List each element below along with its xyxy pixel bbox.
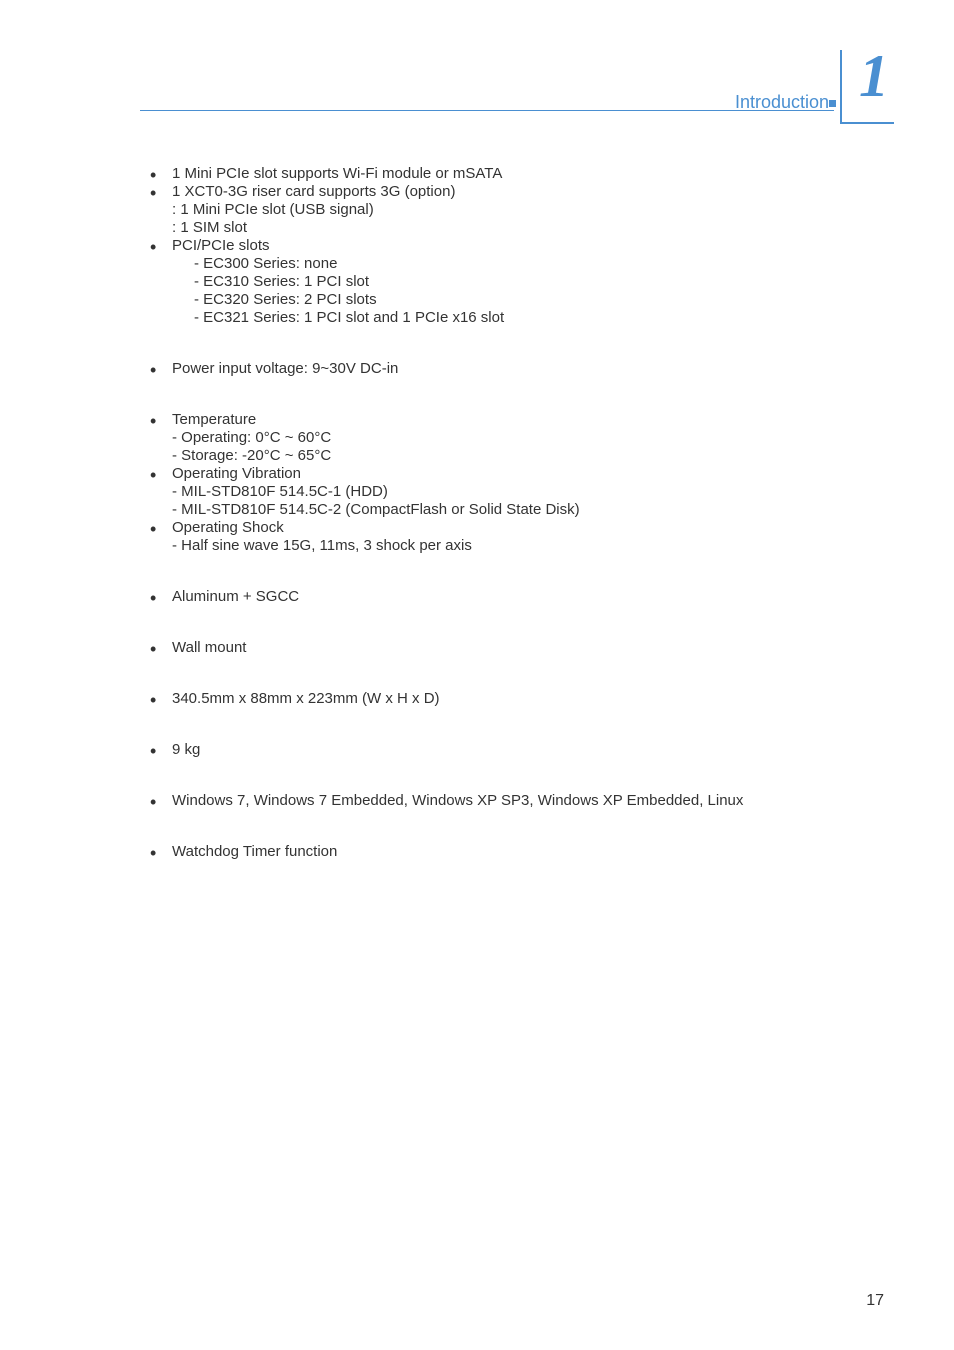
sub-text: - EC310 Series: 1 PCI slot: [194, 273, 369, 290]
list-item: Operating Vibration - MIL-STD810F 514.5C…: [172, 465, 870, 519]
page-content: 1 Mini PCIe slot supports Wi-Fi module o…: [150, 165, 870, 894]
os-section: Windows 7, Windows 7 Embedded, Windows X…: [150, 792, 870, 810]
list-item: PCI/PCIe slots - EC300 Series: none - EC…: [172, 237, 870, 327]
item-text: Operating Vibration: [172, 465, 301, 482]
expansion-section: 1 Mini PCIe slot supports Wi-Fi module o…: [150, 165, 870, 327]
construction-section: Aluminum + SGCC: [150, 588, 870, 606]
list-item: 9 kg: [172, 741, 870, 759]
sub-text: - EC300 Series: none: [194, 255, 337, 272]
features-section: Watchdog Timer function: [150, 843, 870, 861]
item-text: Operating Shock: [172, 519, 284, 536]
list-item: Windows 7, Windows 7 Embedded, Windows X…: [172, 792, 870, 810]
list-item: 340.5mm x 88mm x 223mm (W x H x D): [172, 690, 870, 708]
page-number: 17: [866, 1292, 884, 1310]
list-item: Watchdog Timer function: [172, 843, 870, 861]
sub-text: - Storage: -20°C ~ 65°C: [172, 447, 331, 464]
list-item: 1 XCT0-3G riser card supports 3G (option…: [172, 183, 870, 237]
list-item: Temperature - Operating: 0°C ~ 60°C - St…: [172, 411, 870, 465]
mounting-section: Wall mount: [150, 639, 870, 657]
sub-text: - EC321 Series: 1 PCI slot and 1 PCIe x1…: [194, 309, 504, 326]
list-item: Wall mount: [172, 639, 870, 657]
sub-text: - Operating: 0°C ~ 60°C: [172, 429, 331, 446]
sub-text: - EC320 Series: 2 PCI slots: [194, 291, 377, 308]
sub-text: - Half sine wave 15G, 11ms, 3 shock per …: [172, 537, 472, 554]
label-tick-icon: [829, 100, 836, 107]
dimensions-section: 340.5mm x 88mm x 223mm (W x H x D): [150, 690, 870, 708]
header-rule: [140, 110, 834, 111]
list-item: Operating Shock - Half sine wave 15G, 11…: [172, 519, 870, 555]
environment-section: Temperature - Operating: 0°C ~ 60°C - St…: [150, 411, 870, 555]
list-item: Aluminum + SGCC: [172, 588, 870, 606]
sub-text: - MIL-STD810F 514.5C-1 (HDD): [172, 483, 388, 500]
item-text: PCI/PCIe slots: [172, 237, 270, 254]
power-section: Power input voltage: 9~30V DC-in: [150, 360, 870, 378]
item-text: 1 XCT0-3G riser card supports 3G (option…: [172, 183, 455, 200]
item-text: Temperature: [172, 411, 256, 428]
weight-section: 9 kg: [150, 741, 870, 759]
sub-text: : 1 SIM slot: [172, 219, 247, 236]
list-item: 1 Mini PCIe slot supports Wi-Fi module o…: [172, 165, 870, 183]
chapter-number: 1: [859, 42, 889, 111]
sub-text: - MIL-STD810F 514.5C-2 (CompactFlash or …: [172, 501, 580, 518]
list-item: Power input voltage: 9~30V DC-in: [172, 360, 870, 378]
sub-text: : 1 Mini PCIe slot (USB signal): [172, 201, 374, 218]
